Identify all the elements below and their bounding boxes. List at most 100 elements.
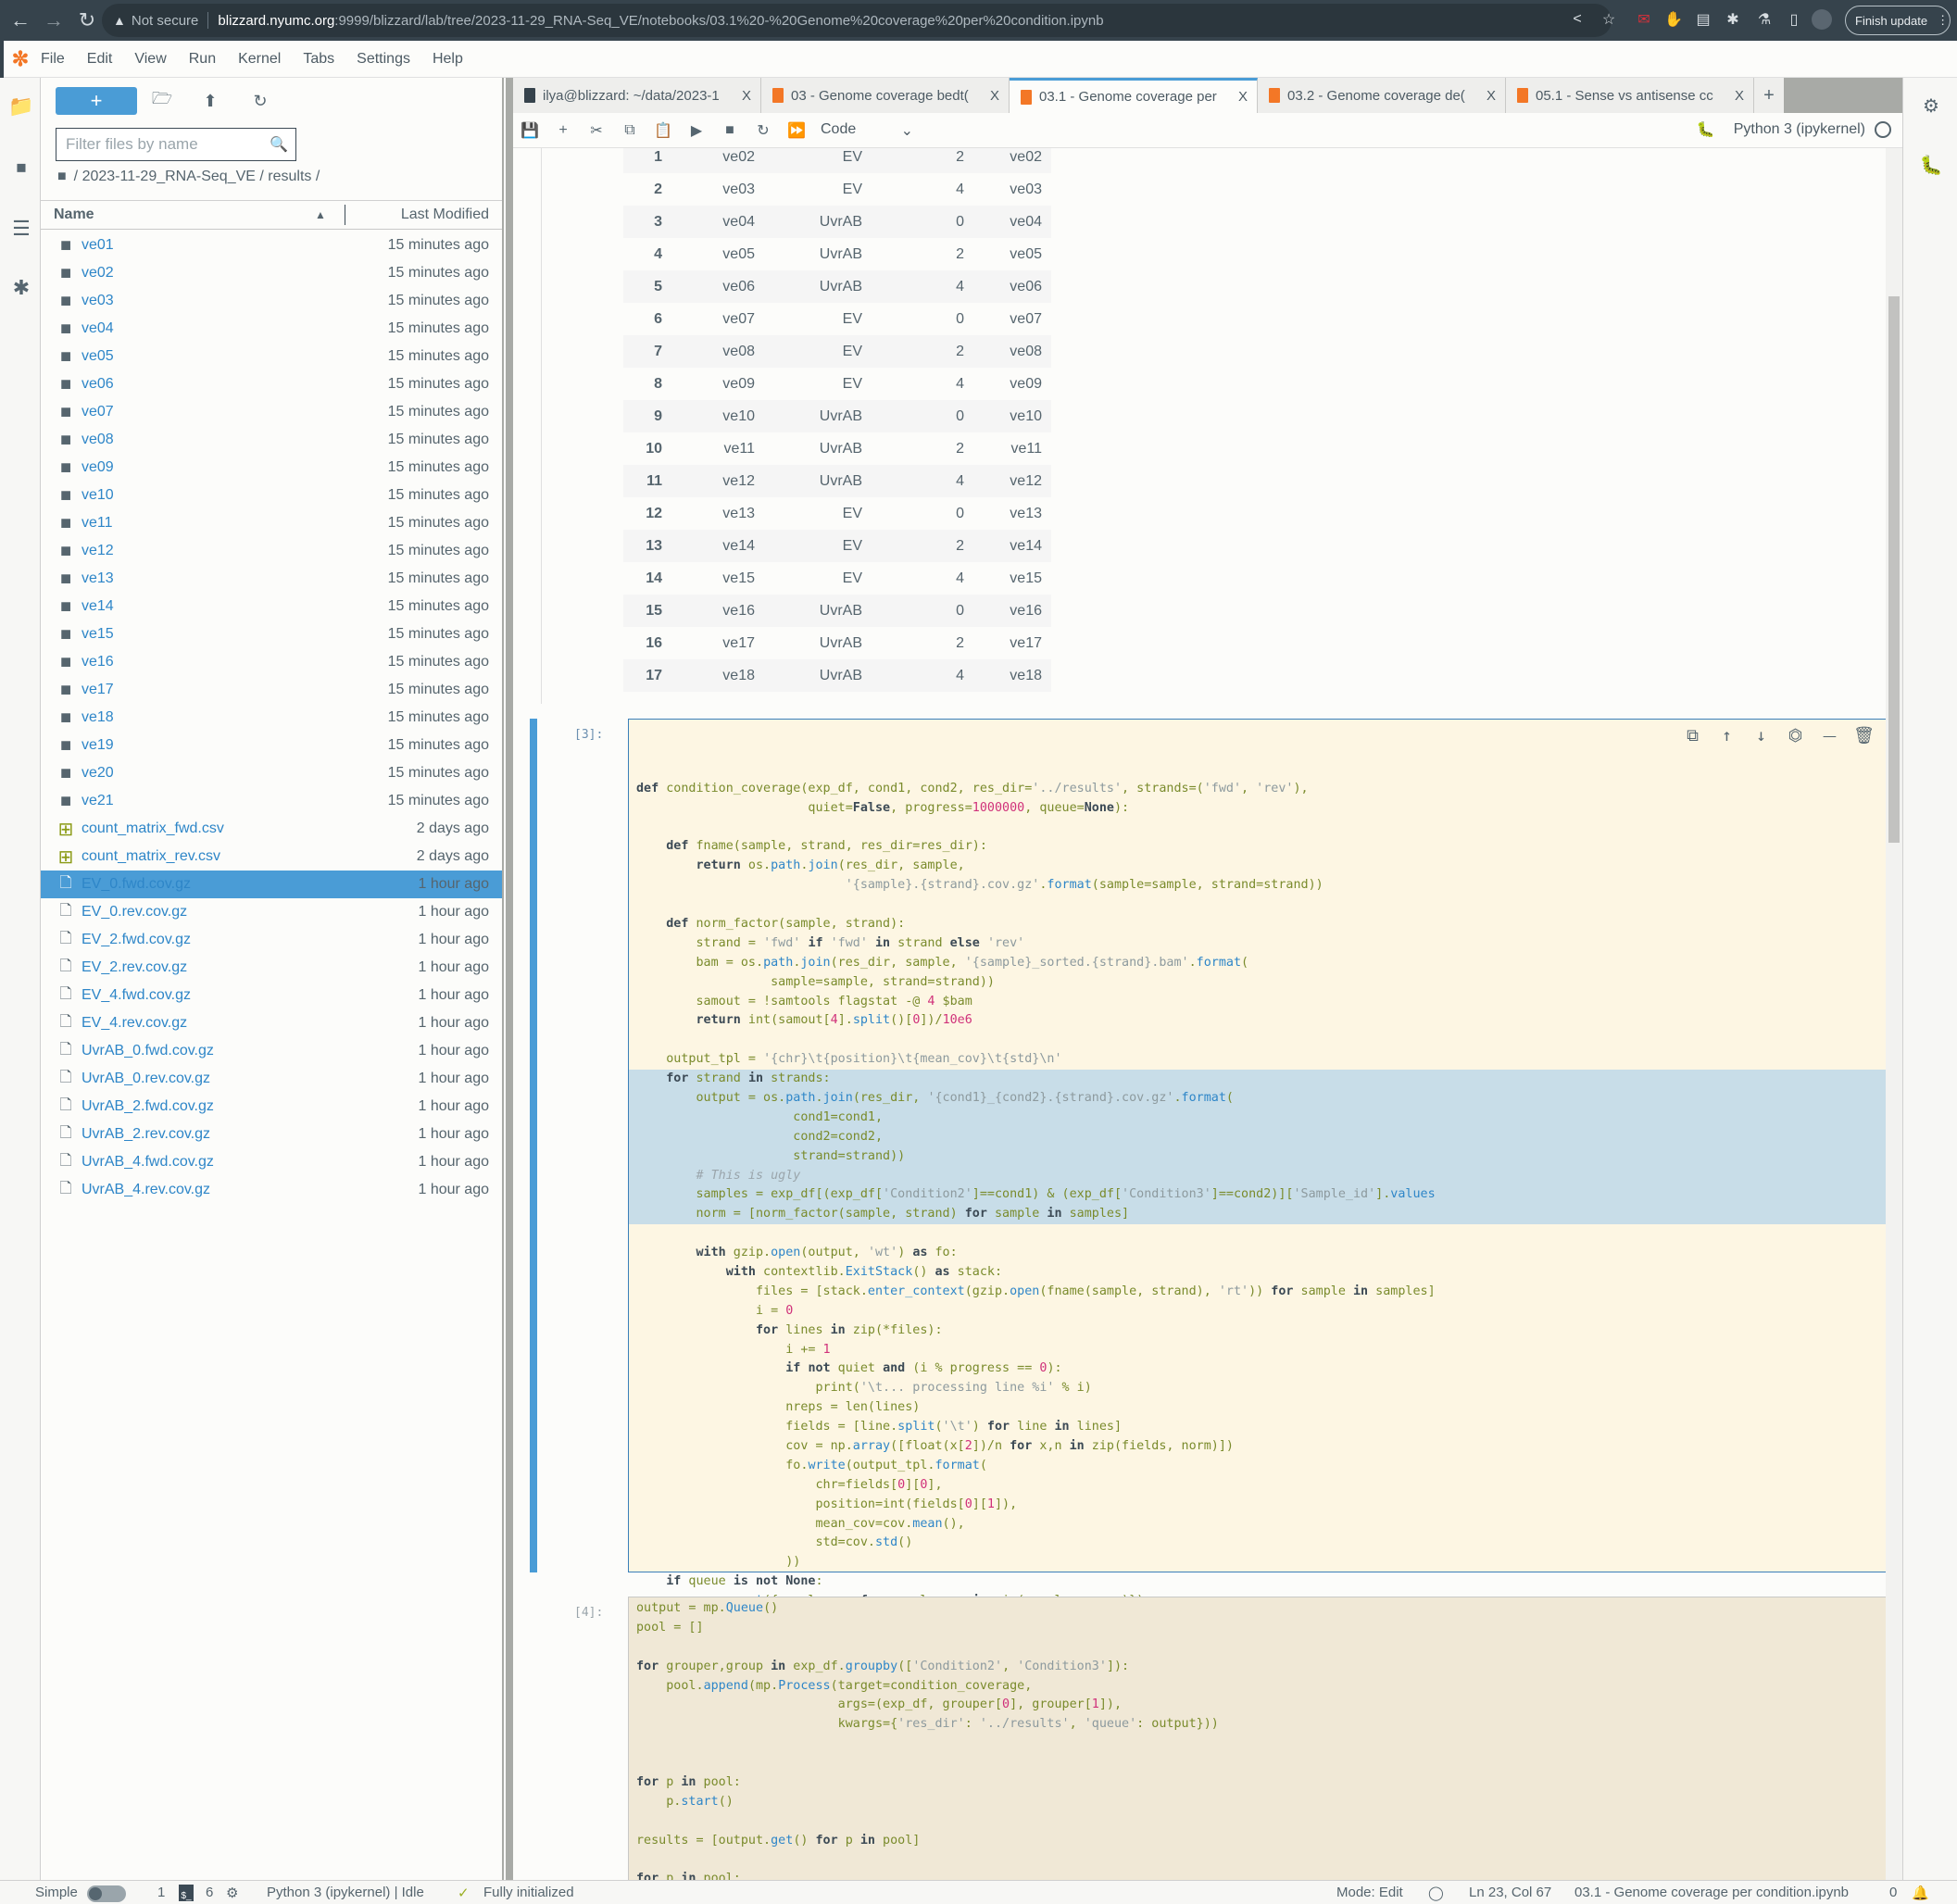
scrollbar-thumb[interactable] (1888, 296, 1900, 843)
code-line[interactable]: sample=sample, strand=strand)) (636, 973, 1885, 993)
code-line[interactable]: return int(samout[4].split()[0])/10e6 (636, 1011, 1885, 1031)
close-icon[interactable]: X (1238, 89, 1248, 105)
file-list-item[interactable]: 🗋 UvrAB_4.fwd.cov.gz 1 hour ago (41, 1148, 502, 1176)
simple-mode-toggle[interactable] (87, 1885, 126, 1902)
tab-notebook[interactable]: 05.1 - Sense vs antisense cc X (1506, 78, 1754, 113)
menu-view[interactable]: View (134, 51, 166, 68)
terminal-icon[interactable]: $_ (179, 1885, 194, 1901)
code-line[interactable]: for p in pool: (636, 1870, 1885, 1880)
code-line[interactable]: ​ (636, 1851, 1885, 1871)
file-list-item[interactable]: 🗋 UvrAB_2.fwd.cov.gz 1 hour ago (41, 1093, 502, 1121)
close-icon[interactable]: X (990, 88, 999, 104)
insert-cell-icon[interactable]: + (546, 117, 580, 144)
code-line[interactable]: quiet=False, progress=1000000, queue=Non… (636, 799, 1885, 819)
code-cell[interactable]: [4]: output = mp.Queue()pool = []​for gr… (530, 1597, 1893, 1880)
close-icon[interactable]: X (1487, 88, 1496, 104)
code-line[interactable]: i = 0 (636, 1302, 1885, 1322)
file-list-item[interactable]: ■ ve14 15 minutes ago (41, 593, 502, 620)
file-list-item[interactable]: ■ ve06 15 minutes ago (41, 370, 502, 398)
code-line[interactable]: print('\t... processing line %i' % i) (636, 1379, 1885, 1398)
file-list-item[interactable]: ■ ve03 15 minutes ago (41, 287, 502, 315)
delete-cell-icon[interactable]: 🗑 (1847, 725, 1881, 747)
file-list-item[interactable]: ■ ve09 15 minutes ago (41, 454, 502, 482)
running-stop-icon[interactable]: ⏹ (9, 156, 33, 180)
move-down-icon[interactable]: ↓ (1744, 725, 1778, 747)
file-list-item[interactable]: ■ ve20 15 minutes ago (41, 759, 502, 787)
new-tab-button[interactable]: + (1754, 78, 1784, 113)
file-list-item[interactable]: ■ ve05 15 minutes ago (41, 343, 502, 370)
property-inspector-gears-icon[interactable]: ⚙ (1920, 94, 1942, 117)
code-line[interactable]: for strand in strands: (629, 1070, 1892, 1089)
code-line[interactable]: output_tpl = '{chr}\t{position}\t{mean_c… (636, 1050, 1885, 1070)
code-line[interactable]: fields = [line.split('\t') for line in l… (636, 1418, 1885, 1437)
code-line[interactable]: # This is ugly (629, 1166, 1892, 1186)
cell-type-select[interactable]: Code ⌄ (821, 121, 913, 140)
code-line[interactable]: cov = np.array([float(x[2])/n for x,n in… (636, 1437, 1885, 1457)
terminal-count[interactable]: 1 (157, 1885, 165, 1900)
tab-terminal[interactable]: ilya@blizzard: ~/data/2023-1 X (513, 78, 761, 113)
kebab-menu-icon[interactable]: ⋮ (1937, 13, 1949, 28)
refresh-icon[interactable]: ↻ (250, 91, 270, 111)
menu-run[interactable]: Run (189, 51, 216, 68)
code-line[interactable]: return os.path.join(res_dir, sample, (636, 857, 1885, 876)
code-line[interactable]: def condition_coverage(exp_df, cond1, co… (636, 780, 1885, 799)
menu-edit[interactable]: Edit (87, 51, 113, 68)
folder-home-icon[interactable]: ■ (57, 169, 67, 185)
file-list-item[interactable]: ■ ve02 15 minutes ago (41, 259, 502, 287)
document-extension-icon[interactable]: ▤ (1693, 9, 1713, 30)
tab-notebook[interactable]: 03.2 - Genome coverage de(X (1258, 78, 1506, 113)
code-line[interactable]: std=cov.std() (636, 1534, 1885, 1553)
finish-update-button[interactable]: Finish update ⋮ (1845, 6, 1951, 35)
code-line[interactable]: chr=fields[0][0], (636, 1476, 1885, 1496)
code-line[interactable]: strand = 'fwd' if 'fwd' in strand else '… (636, 934, 1885, 954)
file-list-item[interactable]: ⊞ count_matrix_rev.csv 2 days ago (41, 843, 502, 871)
file-list-item[interactable]: 🗋 EV_2.fwd.cov.gz 1 hour ago (41, 926, 502, 954)
file-list-item[interactable]: 🗋 UvrAB_2.rev.cov.gz 1 hour ago (41, 1121, 502, 1148)
code-line[interactable]: ​ (636, 1754, 1885, 1773)
cpu-chip-icon[interactable]: ⚙ (226, 1885, 238, 1901)
menu-settings[interactable]: Settings (357, 51, 410, 68)
file-list-item[interactable]: ■ ve17 15 minutes ago (41, 676, 502, 704)
code-line[interactable]: for lines in zip(*files): (636, 1322, 1885, 1341)
filter-files-input[interactable]: Filter files by name 🔍 (56, 128, 296, 161)
trusted-shield-icon[interactable]: ◯ (1428, 1885, 1444, 1901)
run-all-icon[interactable]: ⏩ (780, 117, 813, 144)
menu-file[interactable]: File (41, 51, 65, 68)
code-line[interactable]: for grouper,group in exp_df.groupby(['Co… (636, 1658, 1885, 1677)
code-line[interactable]: args=(exp_df, grouper[0], grouper[1]), (636, 1696, 1885, 1715)
code-line[interactable]: if queue is not None: (636, 1572, 1885, 1592)
puzzle-extension-icon[interactable]: ✱ (1723, 9, 1743, 30)
folder-icon[interactable]: 📁 (8, 94, 33, 119)
code-line[interactable]: for p in pool: (636, 1773, 1885, 1793)
code-line[interactable]: files = [stack.enter_context(gzip.open(f… (636, 1283, 1885, 1302)
code-cell-active[interactable]: [3]: ⧉ ↑ ↓ ⏣ ⏤ 🗑 def condition_coverage(… (530, 719, 1893, 1627)
new-launcher-button[interactable]: + (56, 87, 137, 115)
kernel-indicator[interactable]: 🐛 Python 3 (ipykernel) (1697, 120, 1891, 139)
debugger-bug-icon[interactable]: 🐛 (1920, 154, 1943, 176)
file-list-item[interactable]: ■ ve13 15 minutes ago (41, 565, 502, 593)
breadcrumb-path[interactable]: / 2023-11-29_RNA-Seq_VE / results / (74, 169, 320, 185)
code-line[interactable]: with contextlib.ExitStack() as stack: (636, 1263, 1885, 1283)
save-icon[interactable]: 💾 (513, 117, 546, 144)
restart-icon[interactable]: ↻ (746, 117, 780, 144)
file-list-item[interactable]: 🗋 EV_0.fwd.cov.gz 1 hour ago (41, 871, 502, 898)
code-line[interactable]: samout = !samtools flagstat -@ 4 $bam (636, 993, 1885, 1012)
file-list-item[interactable]: ■ ve10 15 minutes ago (41, 482, 502, 509)
code-line[interactable]: cond2=cond2, (629, 1127, 1892, 1147)
code-line[interactable]: norm = [norm_factor(sample, strand) for … (629, 1205, 1892, 1225)
copy-icon[interactable]: ⧉ (613, 117, 646, 144)
code-editor[interactable]: ⧉ ↑ ↓ ⏣ ⏤ 🗑 def condition_coverage(exp_d… (628, 719, 1893, 1627)
code-line[interactable]: with gzip.open(output, 'wt') as fo: (636, 1244, 1885, 1263)
code-line[interactable]: ​ (636, 819, 1885, 838)
file-list-item[interactable]: ■ ve19 15 minutes ago (41, 732, 502, 759)
breadcrumb[interactable]: ■ / 2023-11-29_RNA-Seq_VE / results / (57, 169, 320, 185)
column-modified-header[interactable]: Last Modified (401, 207, 489, 223)
file-list-item[interactable]: 🗋 EV_4.fwd.cov.gz 1 hour ago (41, 982, 502, 1009)
file-list-item[interactable]: ■ ve18 15 minutes ago (41, 704, 502, 732)
file-list-item[interactable]: 🗋 EV_2.rev.cov.gz 1 hour ago (41, 954, 502, 982)
code-line[interactable]: ​ (636, 1735, 1885, 1754)
kernel-count[interactable]: 6 (206, 1885, 213, 1900)
reload-icon[interactable]: ↻ (74, 7, 100, 33)
code-line[interactable]: output = os.path.join(res_dir, '{cond1}_… (629, 1088, 1892, 1109)
code-line[interactable]: ​ (636, 1031, 1885, 1050)
